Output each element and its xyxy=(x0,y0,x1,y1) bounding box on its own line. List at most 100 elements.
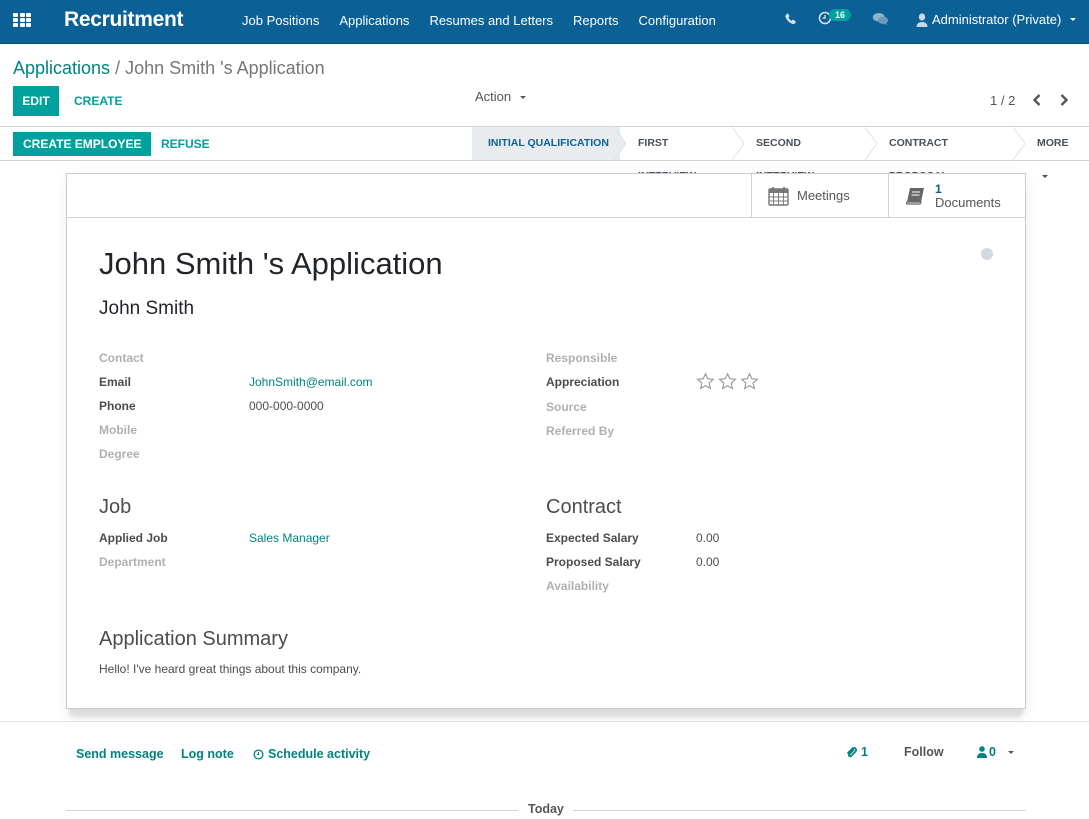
action-dropdown[interactable]: Action xyxy=(475,89,526,104)
create-button[interactable]: Create xyxy=(68,86,128,116)
field-availability[interactable]: Availability xyxy=(546,579,696,597)
followers-count: 0 xyxy=(989,745,996,759)
field-label: Phone xyxy=(99,399,136,413)
field-referred-by[interactable]: Referred By xyxy=(546,424,696,442)
field-expected-salary[interactable]: Expected Salary 0.00 xyxy=(546,531,719,549)
book-icon xyxy=(905,187,924,205)
kanban-state-indicator[interactable] xyxy=(981,248,993,260)
breadcrumb-applications[interactable]: Applications xyxy=(13,58,110,78)
documents-label: Documents xyxy=(935,194,1001,210)
meetings-button[interactable]: Meetings xyxy=(751,174,888,217)
field-department[interactable]: Department xyxy=(99,555,249,573)
smart-button-box: Meetings 1 Documents xyxy=(67,174,1025,218)
menu-resumes-and-letters[interactable]: Resumes and Letters xyxy=(429,13,553,28)
caret-down-icon xyxy=(519,96,526,100)
documents-button[interactable]: 1 Documents xyxy=(888,174,1025,217)
summary-section-title: Application Summary xyxy=(99,628,288,650)
field-label: Contact xyxy=(99,351,144,365)
paperclip-icon xyxy=(847,747,857,758)
field-label: Proposed Salary xyxy=(546,555,641,569)
field-contact[interactable]: Contact xyxy=(99,351,249,369)
contract-section-title: Contract xyxy=(546,496,622,518)
user-icon xyxy=(916,12,928,27)
breadcrumb-current: John Smith 's Application xyxy=(125,58,325,78)
date-separator-line xyxy=(573,810,1026,811)
field-label: Responsible xyxy=(546,351,618,365)
apps-grid-icon[interactable] xyxy=(13,13,31,27)
stage-pipeline: Initial Qualification First Interview Se… xyxy=(472,127,1089,182)
email-link[interactable]: JohnSmith@email.com xyxy=(249,375,373,393)
field-responsible[interactable]: Responsible xyxy=(546,351,696,369)
meetings-label: Meetings xyxy=(797,188,850,203)
date-separator-label: Today xyxy=(528,802,564,816)
refuse-button[interactable]: Refuse xyxy=(155,132,216,156)
priority-stars xyxy=(696,372,759,393)
app-name[interactable]: Recruitment xyxy=(64,8,184,32)
stage-arrow-separator xyxy=(732,127,744,160)
stage-initial-qualification[interactable]: Initial Qualification xyxy=(472,127,626,160)
star-icon[interactable] xyxy=(740,372,759,391)
followers-dropdown[interactable]: 0 xyxy=(977,745,1014,759)
statusbar: Create Employee Refuse Initial Qualifica… xyxy=(0,126,1089,182)
user-icon xyxy=(977,746,987,758)
job-section-title: Job xyxy=(99,496,132,518)
stage-first-interview[interactable]: First Interview xyxy=(620,127,744,182)
follow-button[interactable]: Follow xyxy=(904,745,944,759)
caret-down-icon xyxy=(1070,18,1077,21)
user-menu[interactable]: Administrator (Private) xyxy=(916,12,1077,27)
pager-previous-button[interactable] xyxy=(1030,91,1044,109)
create-employee-button[interactable]: Create Employee xyxy=(13,132,152,156)
pager-next-button[interactable] xyxy=(1057,91,1071,109)
stage-contract-proposal[interactable]: Contract Proposal xyxy=(871,127,1025,182)
field-label: Department xyxy=(99,555,166,569)
send-message-button[interactable]: Send message xyxy=(76,747,164,761)
field-mobile[interactable]: Mobile xyxy=(99,423,249,441)
summary-text: Hello! I've heard great things about thi… xyxy=(99,662,362,676)
stage-label: Initial Qualification xyxy=(488,137,609,149)
field-source[interactable]: Source xyxy=(546,400,696,418)
field-degree[interactable]: Degree xyxy=(99,447,249,465)
chevron-left-icon xyxy=(1032,94,1041,106)
field-applied-job[interactable]: Applied Job Sales Manager xyxy=(99,531,330,549)
menu-reports[interactable]: Reports xyxy=(573,13,619,28)
date-separator-line xyxy=(66,810,518,811)
activity-menu[interactable]: 16 xyxy=(818,9,852,25)
application-title: John Smith 's Application xyxy=(99,246,443,281)
edit-button[interactable]: Edit xyxy=(13,86,59,116)
chatter-divider xyxy=(0,721,1089,722)
attachments-button[interactable]: 1 xyxy=(846,745,868,759)
chat-bubbles-icon[interactable] xyxy=(872,12,889,26)
calendar-icon xyxy=(768,186,789,206)
proposed-salary-value: 0.00 xyxy=(696,555,720,569)
log-note-button[interactable]: Log note xyxy=(181,747,234,761)
schedule-activity-label: Schedule activity xyxy=(268,747,371,761)
stage-more-dropdown[interactable]: More xyxy=(1019,127,1089,178)
star-icon[interactable] xyxy=(718,372,737,391)
field-label: Referred By xyxy=(546,424,615,438)
menu-applications[interactable]: Applications xyxy=(339,13,409,28)
documents-count: 1 xyxy=(935,181,942,196)
field-email[interactable]: Email JohnSmith@email.com xyxy=(99,375,373,393)
field-label: Applied Job xyxy=(99,531,168,545)
menu-configuration[interactable]: Configuration xyxy=(639,13,716,28)
pager-value: 1 / 2 xyxy=(990,93,1016,108)
phone-icon[interactable] xyxy=(784,12,797,26)
top-navbar: Recruitment Job Positions Applications R… xyxy=(0,0,1089,44)
field-appreciation: Appreciation xyxy=(546,372,759,393)
field-label: Appreciation xyxy=(546,375,620,389)
field-label: Source xyxy=(546,400,587,414)
field-label: Expected Salary xyxy=(546,531,639,545)
field-proposed-salary[interactable]: Proposed Salary 0.00 xyxy=(546,555,719,573)
form-sheet: Meetings 1 Documents John Smith 's Appli… xyxy=(66,173,1026,709)
breadcrumb-separator: / xyxy=(115,58,121,78)
user-name: Administrator (Private) xyxy=(932,12,1062,27)
field-phone[interactable]: Phone 000-000-0000 xyxy=(99,399,324,417)
applied-job-link[interactable]: Sales Manager xyxy=(249,531,330,549)
stage-label: More xyxy=(1037,137,1069,149)
attachments-count: 1 xyxy=(861,745,868,759)
star-icon[interactable] xyxy=(696,372,715,391)
breadcrumb: Applications / John Smith 's Application xyxy=(13,58,325,79)
menu-job-positions[interactable]: Job Positions xyxy=(242,13,319,28)
stage-second-interview[interactable]: Second Interview xyxy=(738,127,877,182)
schedule-activity-button[interactable]: Schedule activity xyxy=(253,747,370,761)
